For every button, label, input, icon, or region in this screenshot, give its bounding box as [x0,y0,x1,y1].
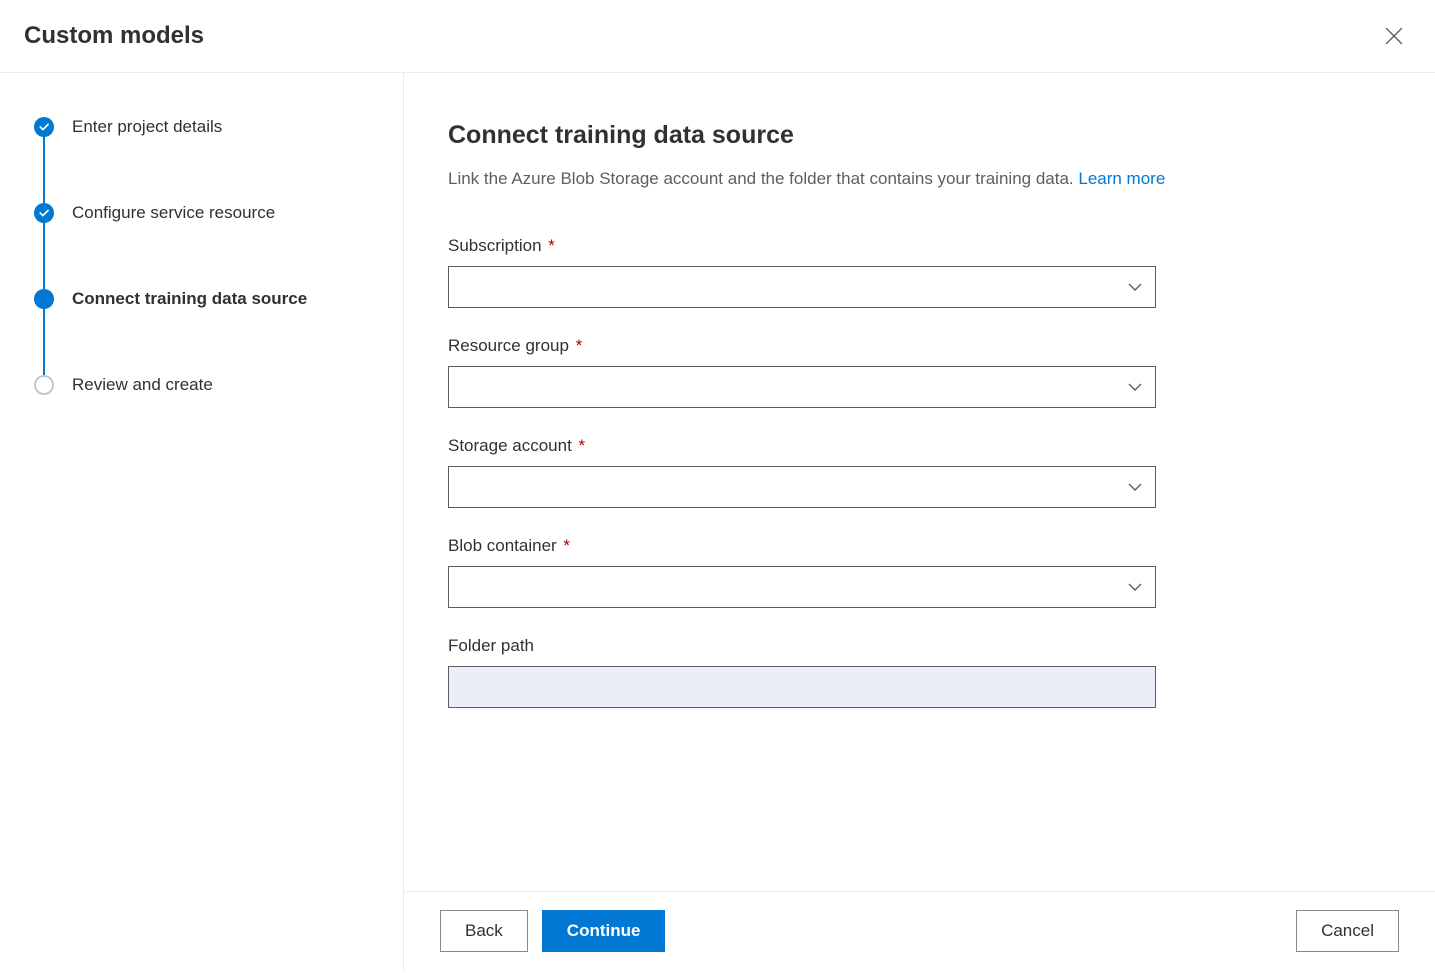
continue-button[interactable]: Continue [542,910,666,952]
current-step-icon [34,289,54,309]
cancel-button[interactable]: Cancel [1296,910,1399,952]
upcoming-step-icon [34,375,54,395]
storage-account-label: Storage account * [448,436,1156,456]
section-description: Link the Azure Blob Storage account and … [448,166,1168,192]
resource-group-select[interactable] [448,366,1156,408]
step-configure-service-resource[interactable]: Configure service resource [34,203,379,223]
learn-more-link[interactable]: Learn more [1078,169,1165,188]
step-connect-training-data-source[interactable]: Connect training data source [34,289,379,309]
back-button[interactable]: Back [440,910,528,952]
check-icon [34,117,54,137]
page-title: Custom models [24,22,204,50]
wizard-steps: Enter project details Configure service … [0,73,404,970]
subscription-select[interactable] [448,266,1156,308]
storage-account-select[interactable] [448,466,1156,508]
step-review-and-create[interactable]: Review and create [34,375,379,395]
step-enter-project-details[interactable]: Enter project details [34,117,379,137]
blob-container-select[interactable] [448,566,1156,608]
subscription-label: Subscription * [448,236,1156,256]
section-title: Connect training data source [448,121,1391,150]
step-label: Enter project details [72,117,222,137]
step-label: Connect training data source [72,289,307,309]
folder-path-input[interactable] [448,666,1156,708]
resource-group-label: Resource group * [448,336,1156,356]
folder-path-label: Folder path [448,636,1156,656]
wizard-footer: Back Continue Cancel [404,891,1435,970]
page-header: Custom models [0,0,1435,73]
close-icon [1385,27,1403,45]
step-label: Configure service resource [72,203,275,223]
blob-container-label: Blob container * [448,536,1156,556]
step-label: Review and create [72,375,213,395]
close-button[interactable] [1381,23,1407,49]
check-icon [34,203,54,223]
